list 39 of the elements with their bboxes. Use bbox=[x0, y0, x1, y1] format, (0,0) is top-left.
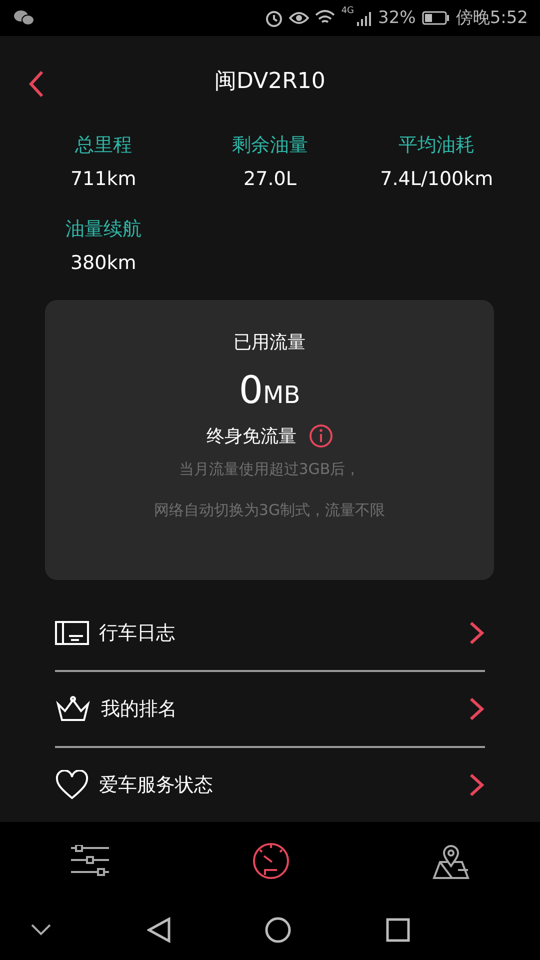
stat-label: 总里程 bbox=[74, 132, 132, 158]
home-button[interactable] bbox=[265, 917, 292, 944]
crown-icon bbox=[55, 696, 91, 722]
stat-value: 27.0L bbox=[244, 168, 296, 190]
eye-icon bbox=[289, 10, 310, 25]
alarm-icon bbox=[265, 8, 284, 27]
stat-label: 剩余油量 bbox=[232, 132, 308, 158]
info-icon[interactable] bbox=[308, 424, 332, 448]
data-amount: 0MB bbox=[238, 368, 300, 412]
network-type: 4G bbox=[341, 6, 354, 16]
menu-item[interactable]: 行车日志 bbox=[99, 620, 459, 646]
back-nav-button[interactable] bbox=[146, 917, 171, 944]
battery-percent: 32% bbox=[378, 8, 416, 28]
chevron-icon[interactable] bbox=[469, 620, 485, 645]
stat-label: 平均油耗 bbox=[398, 132, 475, 158]
stat-value: 380km bbox=[70, 252, 136, 274]
plan-label: 终身免流量 bbox=[206, 424, 296, 448]
stat-label: 油量续航 bbox=[65, 216, 142, 242]
usage-note: 网络自动切换为3G制式，流量不限 bbox=[154, 500, 386, 520]
collapse-button[interactable] bbox=[30, 923, 52, 938]
stat-value: 7.4L/100km bbox=[380, 168, 494, 190]
recents-button[interactable] bbox=[386, 918, 410, 942]
battery-icon bbox=[422, 10, 450, 25]
chevron-icon[interactable] bbox=[469, 772, 485, 797]
chevron-icon[interactable] bbox=[469, 696, 485, 721]
menu-item[interactable]: 我的排名 bbox=[101, 696, 459, 722]
heart-icon bbox=[55, 770, 89, 800]
plate-title: 闽DV2R10 bbox=[214, 68, 326, 96]
speedometer-tab[interactable] bbox=[252, 842, 290, 880]
logbook-icon bbox=[55, 620, 89, 645]
clock-time: 傍晚5:52 bbox=[456, 7, 528, 30]
sliders-tab[interactable] bbox=[70, 845, 110, 878]
usage-note: 当月流量使用超过3GB后， bbox=[178, 460, 360, 479]
map-tab[interactable] bbox=[432, 842, 470, 880]
menu-item[interactable]: 爱车服务状态 bbox=[99, 772, 459, 798]
chat-app-icon bbox=[14, 10, 34, 26]
stat-value: 711km bbox=[70, 168, 136, 190]
signal-icon bbox=[356, 10, 372, 26]
card-title: 已用流量 bbox=[234, 330, 306, 354]
